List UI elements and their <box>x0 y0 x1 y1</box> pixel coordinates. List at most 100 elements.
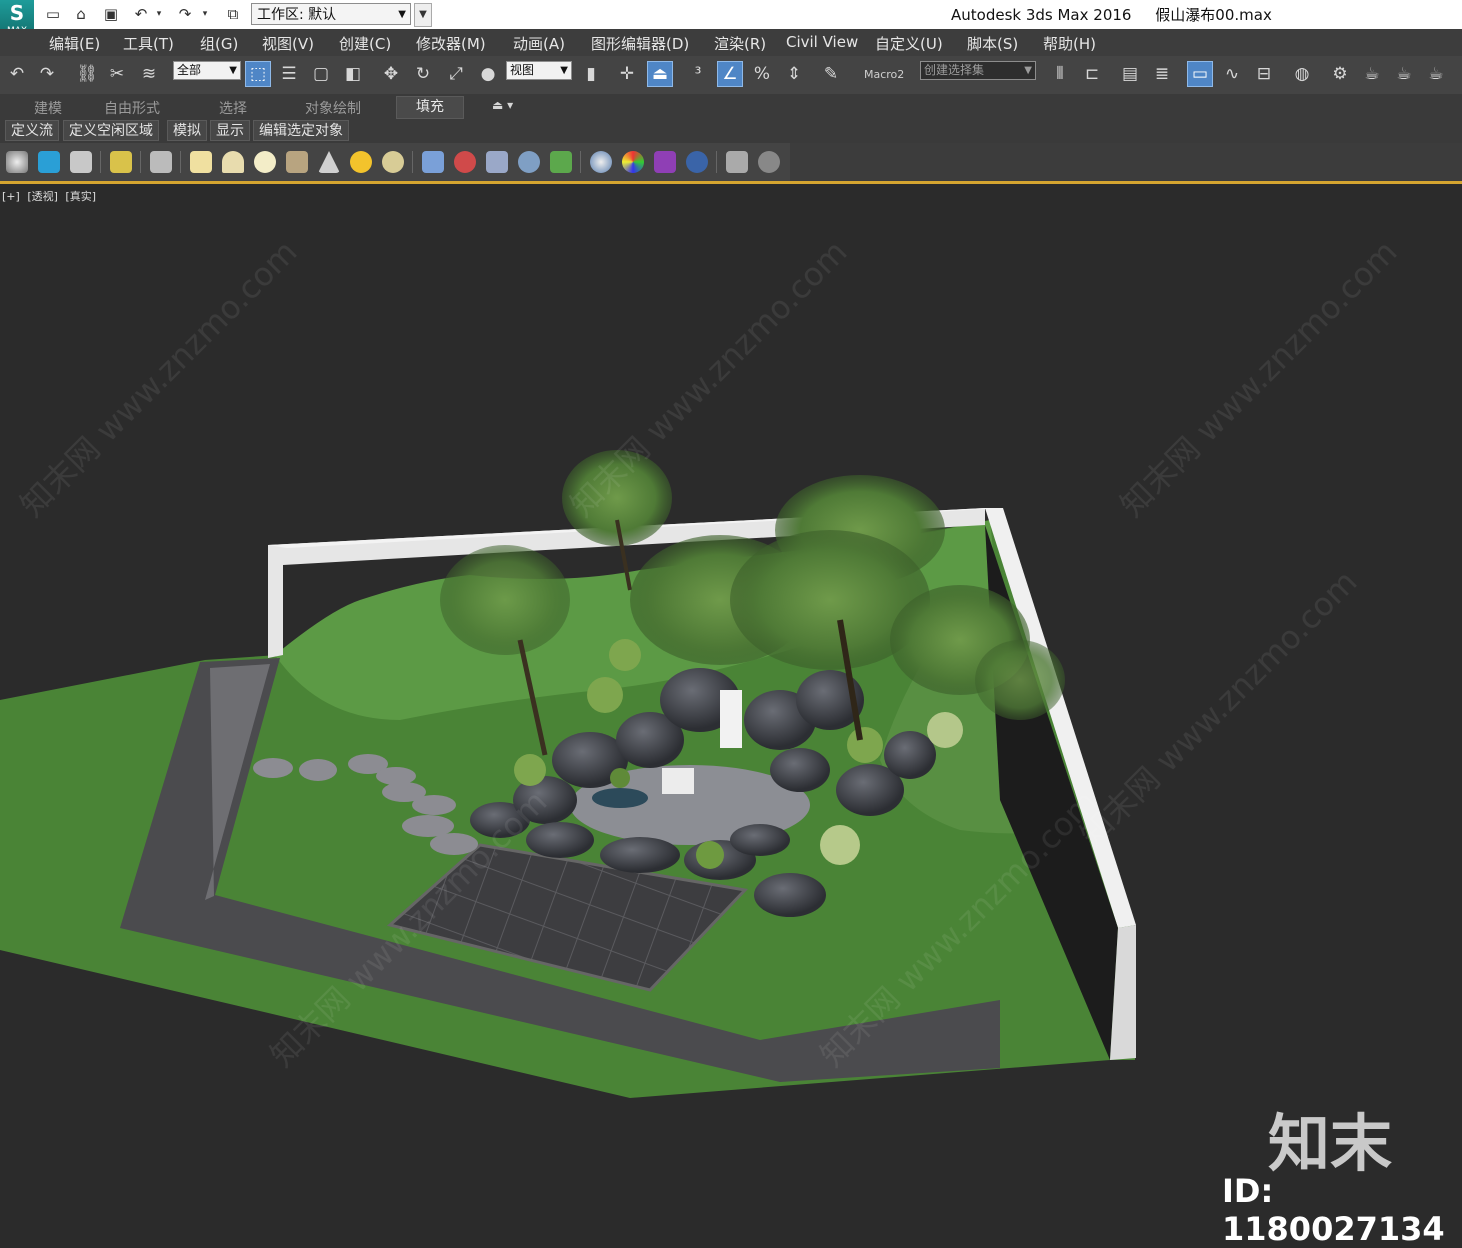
render-setup-icon[interactable]: ⚙ <box>1327 61 1353 87</box>
select-by-name-icon[interactable]: ☰ <box>276 61 302 87</box>
panel-simulate[interactable]: 模拟 <box>167 120 207 141</box>
new-file-icon[interactable]: ▭ <box>42 3 64 25</box>
reference-coordinate-dropdown[interactable]: 视图 ▼ <box>506 61 572 80</box>
align-icon[interactable]: ⊏ <box>1079 61 1105 87</box>
map-icon[interactable] <box>654 151 676 173</box>
render-production-icon[interactable]: ☕ <box>1391 61 1417 87</box>
tab-selection[interactable]: 选择 <box>219 98 247 118</box>
panel-edit-selected[interactable]: 编辑选定对象 <box>253 120 349 141</box>
keyboard-shortcut-override-icon[interactable]: ⏏ <box>647 61 673 87</box>
rendered-frame-window-icon[interactable]: ☕ <box>1359 61 1385 87</box>
camera-icon[interactable] <box>150 151 172 173</box>
max-logo-icon: S <box>9 1 25 25</box>
select-manipulate-icon[interactable]: ✛ <box>614 61 640 87</box>
material-editor-icon[interactable]: ◍ <box>1289 61 1315 87</box>
named-selection-sets-dropdown[interactable]: 创建选择集 ▼ <box>920 61 1036 80</box>
undo-icon[interactable]: ↶ <box>130 3 152 25</box>
sphere-icon[interactable] <box>254 151 276 173</box>
render-iterative-icon[interactable]: ☕ <box>1423 61 1449 87</box>
workspace-dropdown[interactable]: 工作区: 默认 ▼ <box>251 3 411 25</box>
helper-icon[interactable] <box>518 151 540 173</box>
material-sphere-icon[interactable] <box>590 151 612 173</box>
title-bar: SMAX ▭ ⌂ ▣ ↶ ▾ ↷ ▾ ⧉ 工作区: 默认▼ ▼ Autodesk… <box>0 0 1462 38</box>
select-object-icon[interactable]: ⬚ <box>245 61 271 87</box>
mirror-icon[interactable]: ⫴ <box>1047 61 1073 87</box>
menu-animation[interactable]: 动画(A) <box>513 33 565 54</box>
rectangular-selection-icon[interactable]: ▢ <box>308 61 334 87</box>
select-and-place-icon[interactable]: ● <box>475 61 501 87</box>
toggle-ribbon-icon[interactable]: ▭ <box>1187 61 1213 87</box>
tab-populate[interactable]: 填充 <box>396 96 464 119</box>
redo-icon[interactable]: ↷ <box>174 3 196 25</box>
toggle-scene-explorer-icon[interactable]: ▤ <box>1117 61 1143 87</box>
main-toolbar: ↶ ↷ ⛓ ✂ ≋ 全部 ▼ ⬚ ☰ ▢ ◧ ✥ ↻ ⤢ ● 视图 ▼ ▮ ✛ ⏏ … <box>0 56 1462 95</box>
shelf-empty-area <box>790 143 1462 181</box>
menu-civil-view[interactable]: Civil View <box>786 33 858 51</box>
foliage-icon[interactable] <box>550 151 572 173</box>
menu-create[interactable]: 创建(C) <box>339 33 391 54</box>
menu-edit[interactable]: 编辑(E) <box>49 33 100 54</box>
save-file-icon[interactable]: ▣ <box>100 3 122 25</box>
ribbon-options-icon[interactable]: ⏏ ▾ <box>492 98 513 112</box>
curve-editor-icon[interactable]: ∿ <box>1219 61 1245 87</box>
window-crossing-icon[interactable]: ◧ <box>340 61 366 87</box>
menu-views[interactable]: 视图(V) <box>262 33 314 54</box>
panel-define-idle-areas[interactable]: 定义空闲区域 <box>63 120 159 141</box>
menu-scripting[interactable]: 脚本(S) <box>967 33 1018 54</box>
select-and-move-icon[interactable]: ✥ <box>378 61 404 87</box>
particle-icon[interactable] <box>422 151 444 173</box>
geosphere-icon[interactable] <box>286 151 308 173</box>
menu-customize[interactable]: 自定义(U) <box>875 33 943 54</box>
tab-modeling[interactable]: 建模 <box>34 98 62 118</box>
hemisphere-icon[interactable] <box>222 151 244 173</box>
schematic-view-icon[interactable]: ⊟ <box>1251 61 1277 87</box>
percent-snap-icon[interactable]: % <box>749 61 775 87</box>
create-shelf <box>0 143 791 181</box>
edit-named-selection-icon[interactable]: ✎ <box>818 61 844 87</box>
select-and-scale-icon[interactable]: ⤢ <box>443 61 469 87</box>
sky-light-icon[interactable] <box>382 151 404 173</box>
snaps-toggle-icon[interactable]: ³ <box>685 61 711 87</box>
project-folder-icon[interactable]: ⧉ <box>222 3 244 25</box>
cone-icon[interactable] <box>318 151 340 173</box>
render-icon[interactable] <box>686 151 708 173</box>
selection-filter-dropdown[interactable]: 全部 ▼ <box>173 61 241 80</box>
unlink-icon[interactable]: ✂ <box>104 61 130 87</box>
panel-define-flows[interactable]: 定义流 <box>5 120 59 141</box>
viewport-perspective[interactable]: [+] [透视] [真实] 知末网 www.znzmo.com 知末网 www.… <box>0 184 1462 1230</box>
teapot-icon[interactable] <box>6 151 28 173</box>
menu-help[interactable]: 帮助(H) <box>1043 33 1096 54</box>
redo-dropdown-icon[interactable]: ▾ <box>198 3 212 25</box>
atoms-icon[interactable] <box>454 151 476 173</box>
clipboard-icon[interactable] <box>726 151 748 173</box>
angle-snap-icon[interactable]: ∠ <box>717 61 743 87</box>
menu-modifiers[interactable]: 修改器(M) <box>416 33 486 54</box>
light-list-icon[interactable] <box>110 151 132 173</box>
select-and-link-icon[interactable]: ⛓ <box>74 61 100 87</box>
select-and-rotate-icon[interactable]: ↻ <box>410 61 436 87</box>
reset-icon[interactable] <box>38 151 60 173</box>
workspace-menu-icon[interactable]: ▼ <box>414 3 432 27</box>
menu-group[interactable]: 组(G) <box>200 33 238 54</box>
menu-rendering[interactable]: 渲染(R) <box>714 33 766 54</box>
menu-graph-editors[interactable]: 图形编辑器(D) <box>591 33 689 54</box>
redo-icon[interactable]: ↷ <box>34 61 60 87</box>
menu-tools[interactable]: 工具(T) <box>123 33 174 54</box>
undo-icon[interactable]: ↶ <box>4 61 30 87</box>
multi-material-icon[interactable] <box>622 151 644 173</box>
tab-object-paint[interactable]: 对象绘制 <box>305 98 361 118</box>
undo-dropdown-icon[interactable]: ▾ <box>152 3 166 25</box>
bind-space-warp-icon[interactable]: ≋ <box>136 61 162 87</box>
panel-display[interactable]: 显示 <box>210 120 250 141</box>
help-icon[interactable] <box>758 151 780 173</box>
sun-icon[interactable] <box>350 151 372 173</box>
toggle-layer-explorer-icon[interactable]: ≣ <box>1149 61 1175 87</box>
plane-icon[interactable] <box>190 151 212 173</box>
viewport-settings-icon[interactable] <box>70 151 92 173</box>
tab-freeform[interactable]: 自由形式 <box>104 98 160 118</box>
open-file-icon[interactable]: ⌂ <box>70 3 92 25</box>
pivot-center-icon[interactable]: ▮ <box>578 61 604 87</box>
chevron-down-icon: ▼ <box>398 9 406 20</box>
spinner-snap-icon[interactable]: ⇕ <box>781 61 807 87</box>
space-warp-icon[interactable] <box>486 151 508 173</box>
